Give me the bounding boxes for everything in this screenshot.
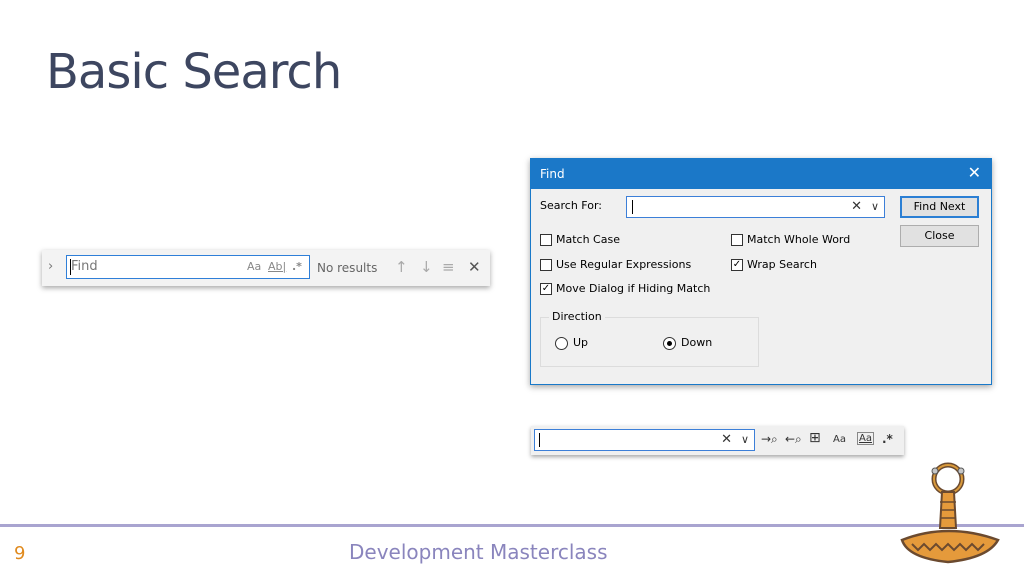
- whole-word-toggle-icon[interactable]: Aa: [857, 432, 874, 445]
- dialog-title: Find: [540, 167, 565, 181]
- whole-word-toggle[interactable]: Ab|: [268, 260, 286, 273]
- checkbox-box[interactable]: [540, 234, 552, 246]
- previous-match-arrow-up-icon[interactable]: ↑: [395, 258, 408, 276]
- search-for-label: Search For:: [540, 199, 602, 212]
- page-number: 9: [14, 543, 26, 564]
- direction-legend: Direction: [549, 310, 605, 323]
- clear-icon[interactable]: ✕: [851, 199, 862, 214]
- regex-toggle-icon[interactable]: .*: [882, 432, 893, 446]
- next-match-arrow-down-icon[interactable]: ↓: [420, 258, 433, 276]
- down-label: Down: [681, 336, 713, 349]
- chevron-down-icon[interactable]: ∨: [871, 200, 879, 213]
- check-mark-icon[interactable]: ✓: [731, 259, 743, 271]
- clear-icon[interactable]: ✕: [721, 432, 732, 447]
- match-case-toggle[interactable]: Aa: [247, 260, 261, 273]
- wrap-search-label: Wrap Search: [747, 258, 817, 271]
- find-in-selection-lines-icon[interactable]: ≡: [442, 258, 455, 276]
- regex-toggle[interactable]: .*: [292, 260, 302, 273]
- check-mark-icon[interactable]: ✓: [540, 283, 552, 295]
- find-input-placeholder: Find: [71, 259, 98, 274]
- match-status: No results: [317, 261, 378, 275]
- up-label: Up: [573, 336, 589, 349]
- close-icon[interactable]: ✕: [468, 258, 481, 276]
- vscode-find-widget: › Find Aa Ab| .* No results ↑ ↓ ≡ ✕: [42, 250, 490, 286]
- toolbar-search-combobox[interactable]: ✕ ∨: [534, 429, 755, 451]
- find-input[interactable]: Find Aa Ab| .*: [66, 255, 310, 279]
- find-toolbar: ✕ ∨ →⌕ ←⌕ ⊞ Aa Aa .*: [531, 426, 904, 455]
- match-case-label: Match Case: [556, 233, 620, 246]
- text-caret: [632, 200, 633, 214]
- slide-title: Basic Search: [46, 44, 342, 100]
- footer-divider: [0, 524, 1024, 527]
- direction-group: Direction Up Down: [540, 310, 759, 367]
- footer-title: Development Masterclass: [349, 540, 608, 564]
- amulet-logo-icon: [900, 462, 1000, 564]
- find-previous-icon[interactable]: ←⌕: [785, 432, 802, 447]
- regex-label: Use Regular Expressions: [556, 258, 692, 271]
- find-next-icon[interactable]: →⌕: [761, 432, 778, 447]
- find-next-button[interactable]: Find Next: [900, 196, 979, 218]
- checkbox-box[interactable]: [731, 234, 743, 246]
- close-icon[interactable]: ✕: [968, 163, 981, 182]
- search-for-combobox[interactable]: ✕ ∨: [626, 196, 885, 218]
- dialog-titlebar[interactable]: Find ✕: [531, 159, 991, 189]
- radio-dot-selected[interactable]: [663, 337, 676, 350]
- chevron-down-icon[interactable]: ∨: [741, 433, 749, 446]
- move-dialog-label: Move Dialog if Hiding Match: [556, 282, 711, 295]
- radio-dot[interactable]: [555, 337, 568, 350]
- close-button[interactable]: Close: [900, 225, 979, 247]
- match-case-toggle[interactable]: Aa: [833, 434, 846, 445]
- checkbox-box[interactable]: [540, 259, 552, 271]
- find-dialog: Find ✕ Search For: ✕ ∨ Find Next Close M…: [530, 158, 992, 385]
- toggle-replace-chevron-icon[interactable]: ›: [48, 259, 62, 277]
- text-caret: [539, 433, 540, 447]
- match-whole-word-label: Match Whole Word: [747, 233, 851, 246]
- mark-all-icon[interactable]: ⊞: [809, 430, 821, 446]
